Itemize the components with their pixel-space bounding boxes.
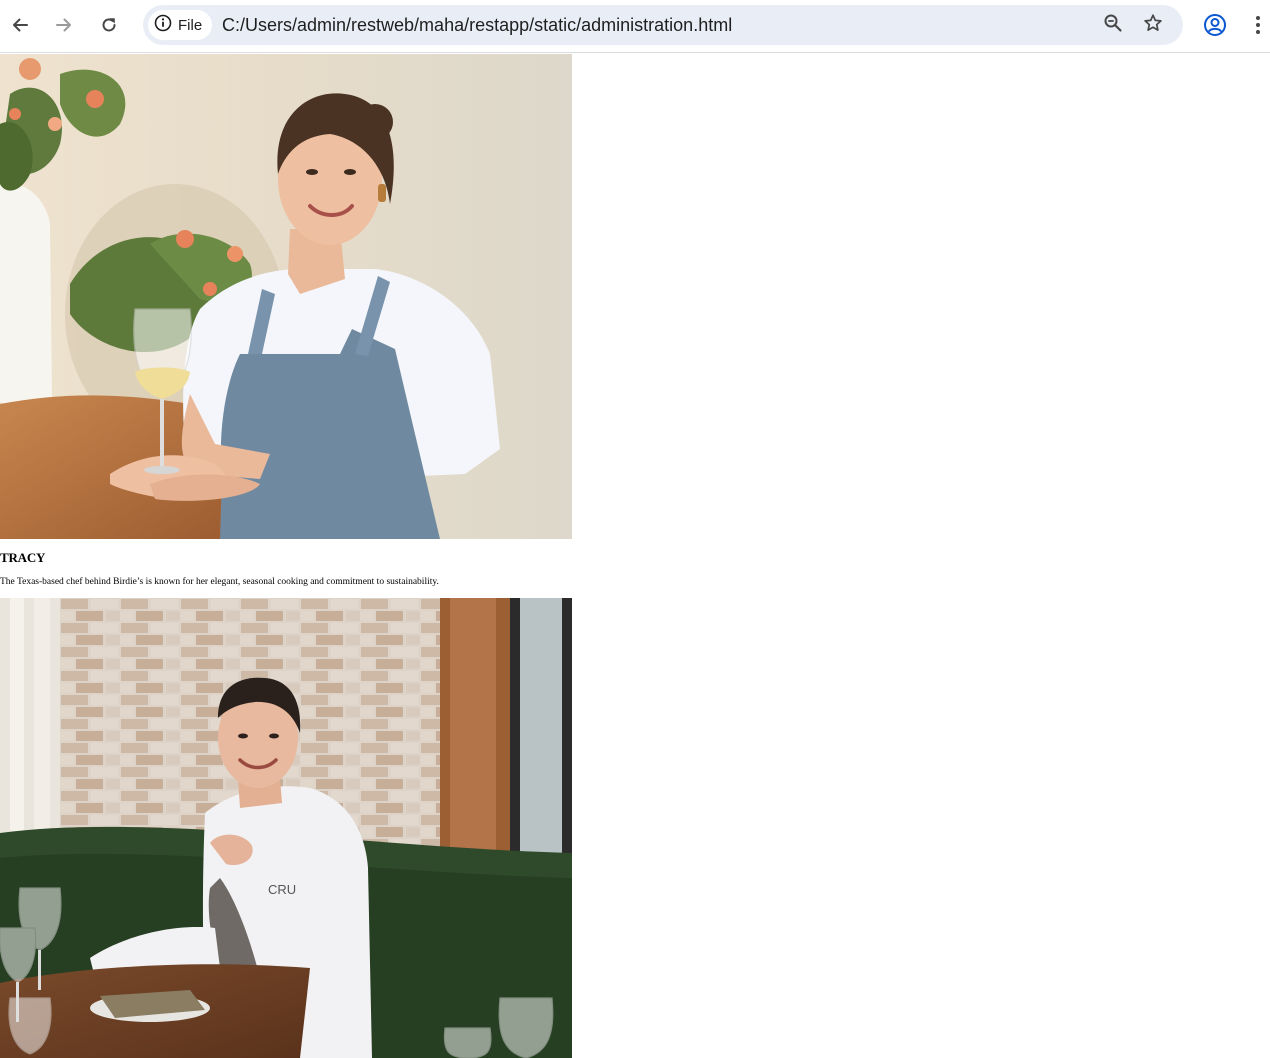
site-info-label: File — [178, 16, 203, 34]
star-icon — [1143, 13, 1163, 38]
arrow-right-icon — [54, 15, 74, 35]
reload-icon — [99, 15, 119, 35]
jacket-text: CRU — [268, 882, 296, 897]
zoom-button[interactable] — [1099, 11, 1127, 39]
zoom-out-icon — [1103, 13, 1123, 38]
arrow-left-icon — [10, 15, 30, 35]
url-text[interactable]: C:/Users/admin/restweb/maha/restapp/stat… — [222, 15, 732, 35]
page-content: TRACY The Texas-based chef behind Birdie… — [0, 54, 1270, 1058]
chef-photo-2: CRU — [0, 598, 572, 1058]
browser-menu-button[interactable] — [1243, 8, 1270, 42]
chef-description: The Texas-based chef behind Birdie’s is … — [0, 577, 439, 587]
site-info-chip[interactable]: File — [148, 10, 213, 40]
chef-name: TRACY — [0, 550, 46, 565]
reload-button[interactable] — [92, 8, 126, 42]
forward-button[interactable] — [47, 8, 81, 42]
address-bar[interactable]: File C:/Users/admin/restweb/maha/restapp… — [143, 5, 1183, 45]
kebab-menu-icon — [1255, 15, 1261, 35]
browser-toolbar: File C:/Users/admin/restweb/maha/restapp… — [0, 0, 1270, 53]
bookmark-button[interactable] — [1139, 11, 1167, 39]
profile-icon — [1203, 13, 1227, 37]
profile-button[interactable] — [1198, 8, 1232, 42]
info-icon — [154, 14, 172, 37]
chef-photo-tracy — [0, 54, 572, 539]
back-button[interactable] — [3, 8, 37, 42]
